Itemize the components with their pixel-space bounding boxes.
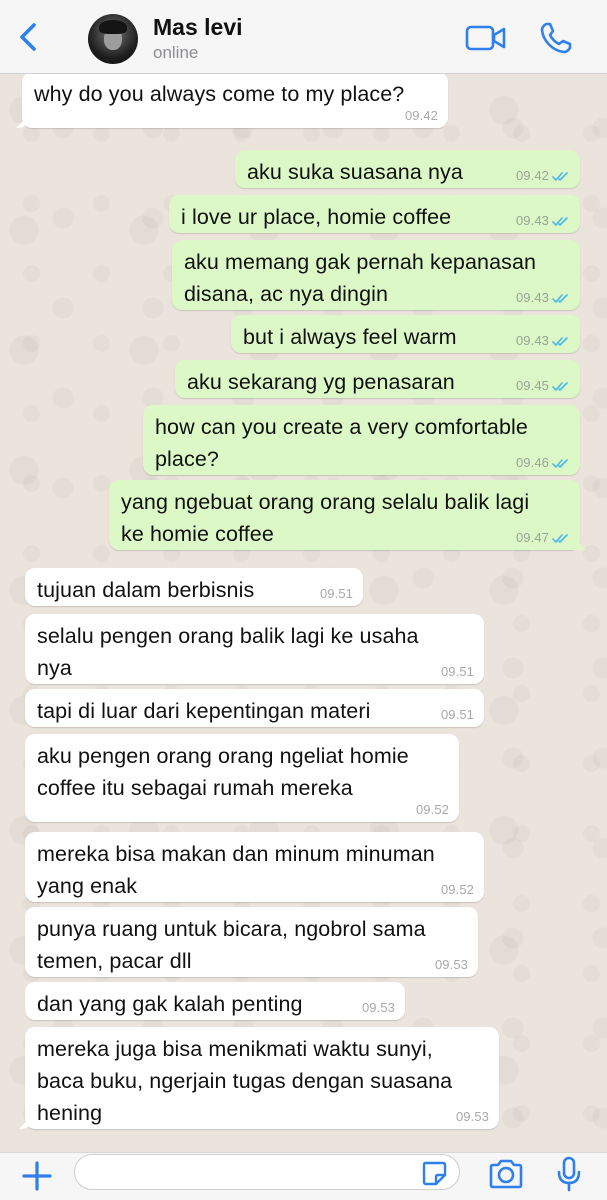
- message-time: 09.42: [515, 168, 549, 183]
- message-text: but i always feel warm: [243, 325, 457, 349]
- read-ticks-icon: [552, 458, 568, 468]
- message-text: dan yang gak kalah penting: [37, 992, 303, 1016]
- message-meta: 09.53: [435, 958, 468, 972]
- message-text: aku suka suasana nya: [247, 160, 463, 184]
- message-time: 09.46: [515, 455, 549, 470]
- message-meta: 09.45: [516, 379, 570, 393]
- message-time: 09.42: [404, 108, 438, 123]
- read-ticks-icon: [552, 216, 568, 226]
- message-text: aku memang gak pernah kepanasan disana, …: [184, 250, 537, 306]
- message-text: why do you always come to my place?: [34, 82, 405, 106]
- outgoing-message[interactable]: yang ngebuat orang orang selalu balik la…: [109, 480, 580, 550]
- message-text: mereka juga bisa menikmati waktu sunyi, …: [37, 1037, 453, 1125]
- message-meta: 09.51: [320, 587, 353, 601]
- incoming-message[interactable]: tapi di luar dari kepentingan materi 09.5…: [25, 689, 484, 727]
- message-meta: 09.43: [516, 214, 570, 228]
- contact-name[interactable]: Mas levi: [153, 14, 243, 41]
- message-time: 09.43: [515, 333, 549, 348]
- message-text: tapi di luar dari kepentingan materi: [37, 699, 371, 723]
- message-text: i love ur place, homie coffee: [181, 205, 452, 229]
- message-meta: 09.52: [441, 883, 474, 897]
- incoming-message[interactable]: why do you always come to my place? 09.42: [22, 74, 448, 128]
- message-time: 09.43: [515, 290, 549, 305]
- message-meta: 09.52: [416, 803, 449, 817]
- sticker-icon[interactable]: [420, 1159, 448, 1187]
- message-time: 09.52: [415, 802, 449, 817]
- video-camera-icon[interactable]: [465, 22, 507, 54]
- message-time: 09.52: [440, 882, 474, 897]
- incoming-message[interactable]: mereka juga bisa menikmati waktu sunyi, …: [25, 1027, 499, 1129]
- message-text: aku pengen orang orang ngeliat homie cof…: [37, 744, 409, 800]
- message-text: yang ngebuat orang orang selalu balik la…: [121, 490, 530, 546]
- message-meta: 09.53: [456, 1110, 489, 1124]
- message-meta: 09.43: [516, 291, 570, 305]
- message-time: 09.45: [515, 378, 549, 393]
- incoming-message[interactable]: dan yang gak kalah penting 09.53: [25, 982, 405, 1020]
- microphone-icon[interactable]: [556, 1155, 582, 1193]
- message-text: how can you create a very comfortable pl…: [155, 415, 528, 471]
- outgoing-message[interactable]: aku sekarang yg penasaran 09.45: [175, 360, 580, 398]
- message-time: 09.53: [434, 957, 468, 972]
- message-time: 09.51: [440, 664, 474, 679]
- avatar[interactable]: [88, 14, 138, 64]
- message-text: tujuan dalam berbisnis: [37, 578, 255, 602]
- outgoing-message[interactable]: aku suka suasana nya 09.42: [235, 150, 580, 188]
- message-text: punya ruang untuk bicara, ngobrol sama t…: [37, 917, 426, 973]
- input-bar: [0, 1152, 607, 1200]
- chat-area[interactable]: why do you always come to my place? 09.42…: [0, 74, 607, 1152]
- read-ticks-icon: [552, 171, 568, 181]
- message-time: 09.47: [515, 530, 549, 545]
- read-ticks-icon: [552, 381, 568, 391]
- incoming-message[interactable]: punya ruang untuk bicara, ngobrol sama t…: [25, 907, 478, 977]
- outgoing-message[interactable]: but i always feel warm 09.43: [231, 315, 580, 353]
- message-text: aku sekarang yg penasaran: [187, 370, 455, 394]
- message-input[interactable]: [74, 1154, 460, 1190]
- incoming-message[interactable]: selalu pengen orang balik lagi ke usaha …: [25, 614, 484, 684]
- message-meta: 09.42: [516, 169, 570, 183]
- incoming-message[interactable]: aku pengen orang orang ngeliat homie cof…: [25, 734, 459, 822]
- incoming-message[interactable]: tujuan dalam berbisnis 09.51: [25, 568, 363, 606]
- read-ticks-icon: [552, 293, 568, 303]
- message-text: selalu pengen orang balik lagi ke usaha …: [37, 624, 419, 680]
- outgoing-message[interactable]: aku memang gak pernah kepanasan disana, …: [172, 240, 580, 310]
- message-meta: 09.46: [516, 456, 570, 470]
- message-meta: 09.42: [405, 109, 438, 123]
- message-meta: 09.47: [516, 531, 570, 545]
- message-text: mereka bisa makan dan minum minuman yang…: [37, 842, 435, 898]
- message-meta: 09.51: [441, 665, 474, 679]
- message-time: 09.53: [361, 1000, 395, 1015]
- avatar-hair: [99, 20, 127, 34]
- message-meta: 09.43: [516, 334, 570, 348]
- message-meta: 09.53: [362, 1001, 395, 1015]
- message-time: 09.53: [455, 1109, 489, 1124]
- message-time: 09.51: [319, 586, 353, 601]
- contact-status: online: [153, 43, 199, 62]
- chevron-left-icon[interactable]: [12, 20, 46, 54]
- outgoing-message[interactable]: i love ur place, homie coffee 09.43: [169, 195, 580, 233]
- camera-icon[interactable]: [487, 1157, 525, 1191]
- message-time: 09.43: [515, 213, 549, 228]
- read-ticks-icon: [552, 533, 568, 543]
- plus-icon[interactable]: [20, 1159, 54, 1193]
- message-time: 09.51: [440, 707, 474, 722]
- outgoing-message[interactable]: how can you create a very comfortable pl…: [143, 405, 580, 475]
- chat-header: Mas levi online: [0, 0, 607, 74]
- read-ticks-icon: [552, 336, 568, 346]
- message-meta: 09.51: [441, 708, 474, 722]
- phone-icon[interactable]: [538, 20, 574, 56]
- incoming-message[interactable]: mereka bisa makan dan minum minuman yang…: [25, 832, 484, 902]
